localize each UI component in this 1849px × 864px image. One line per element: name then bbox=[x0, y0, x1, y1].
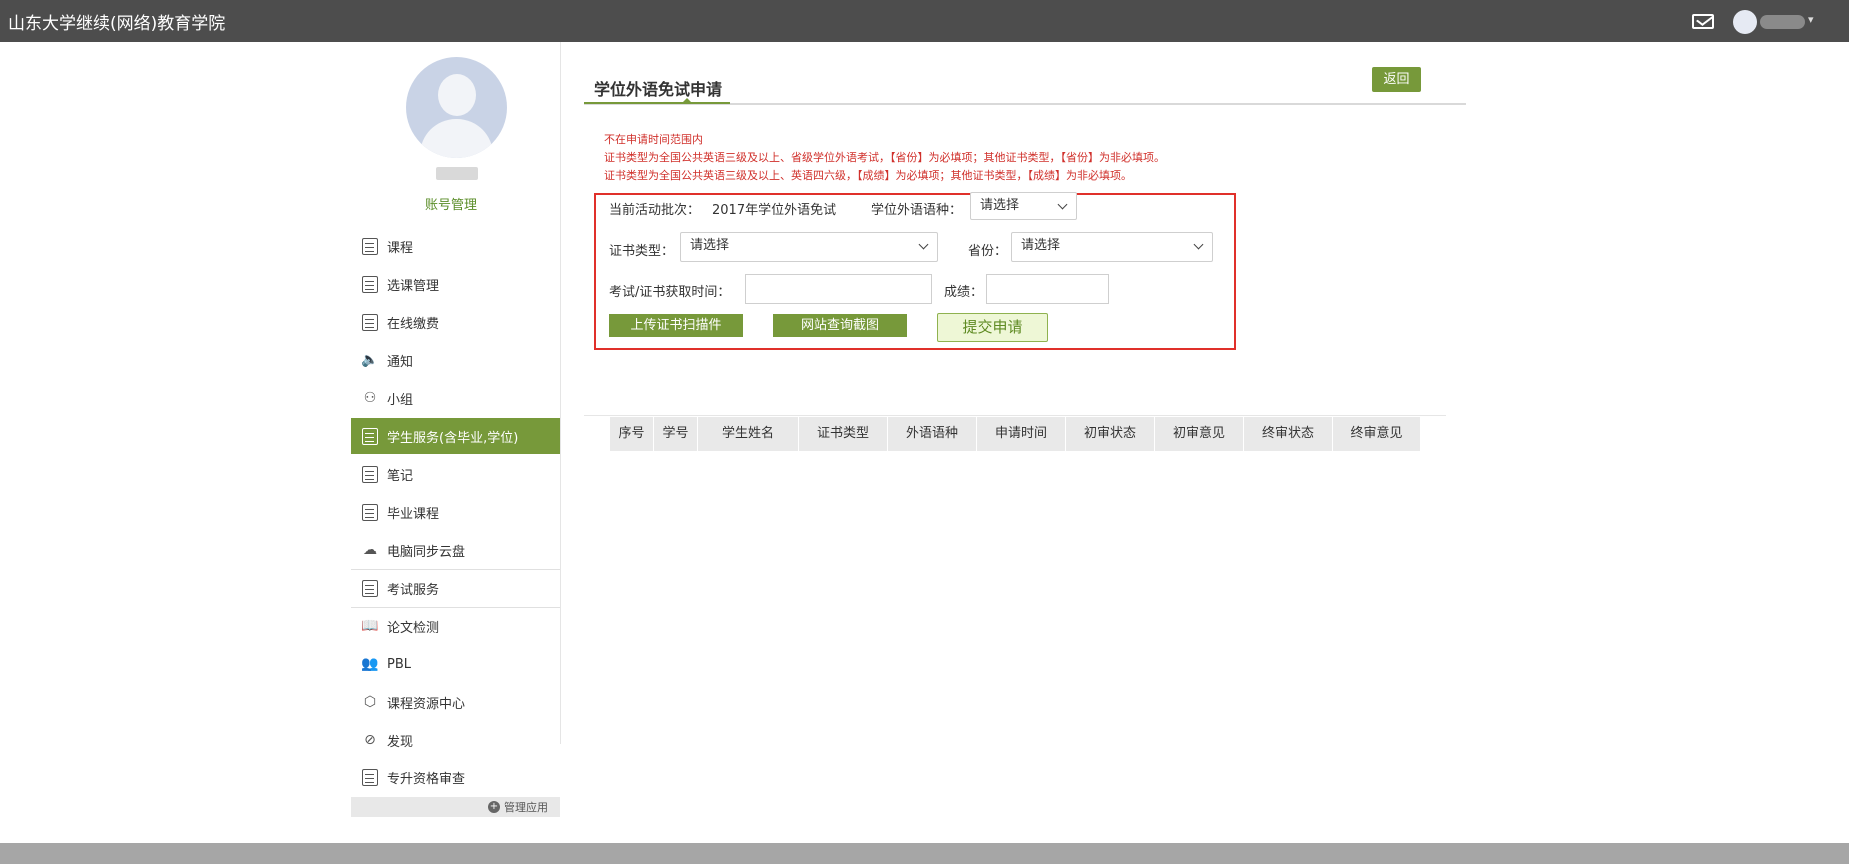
sidebar-item-label: 毕业课程 bbox=[387, 506, 440, 522]
sidebar-item-courses[interactable]: 课程 bbox=[351, 228, 560, 264]
profile-name bbox=[436, 167, 478, 180]
profile-avatar[interactable] bbox=[406, 57, 507, 158]
column-header: 外语语种 bbox=[888, 417, 977, 451]
sidebar-item-qualification-review[interactable]: 专升资格审查 bbox=[351, 759, 560, 795]
website-screenshot-button[interactable]: 网站查询截图 bbox=[773, 314, 907, 337]
speaker-icon: 🔈 bbox=[361, 352, 379, 368]
site-brand[interactable]: 山东大学继续(网络)教育学院 bbox=[8, 9, 225, 34]
cert-type-select-value: 请选择 bbox=[690, 238, 730, 253]
score-input[interactable] bbox=[986, 274, 1109, 304]
note-icon bbox=[360, 464, 380, 484]
cube-icon: ⬡ bbox=[363, 694, 377, 710]
sidebar-item-thesis-check[interactable]: 📖 论文检测 bbox=[351, 608, 560, 644]
submit-application-button[interactable]: 提交申请 bbox=[937, 313, 1048, 342]
language-select[interactable]: 请选择 bbox=[970, 192, 1077, 220]
column-header: 学号 bbox=[654, 417, 698, 451]
language-select-value: 请选择 bbox=[980, 198, 1020, 213]
sidebar-item-label: 论文检测 bbox=[387, 620, 440, 636]
sidebar-item-resource-center[interactable]: ⬡ 课程资源中心 bbox=[351, 684, 560, 720]
province-select[interactable]: 请选择 bbox=[1011, 232, 1213, 262]
list-icon bbox=[360, 312, 380, 332]
column-header: 证书类型 bbox=[799, 417, 888, 451]
sidebar-item-label: 考试服务 bbox=[387, 582, 440, 598]
score-label: 成绩： bbox=[944, 285, 984, 300]
id-card-icon bbox=[360, 426, 380, 446]
sidebar-item-graduation-courses[interactable]: 毕业课程 bbox=[351, 494, 560, 530]
column-header: 序号 bbox=[610, 417, 654, 451]
sidebar-item-cloud-drive[interactable]: ☁ 电脑同步云盘 bbox=[351, 532, 560, 568]
sidebar-item-label: 选课管理 bbox=[387, 278, 440, 294]
exam-time-input[interactable] bbox=[745, 274, 932, 304]
exam-time-label: 考试/证书获取时间： bbox=[609, 285, 731, 300]
sidebar-item-course-selection[interactable]: 选课管理 bbox=[351, 266, 560, 302]
calendar-icon bbox=[360, 274, 380, 294]
sidebar-item-label: 专升资格审查 bbox=[387, 771, 466, 787]
sidebar-item-label: 在线缴费 bbox=[387, 316, 440, 332]
applications-table-header: 序号 学号 学生姓名 证书类型 外语语种 申请时间 初审状态 初审意见 终审状态… bbox=[610, 417, 1421, 451]
notice-score-rule: 证书类型为全国公共英语三级及以上、英语四六级，【成绩】为必填项；其他证书类型，【… bbox=[604, 169, 1132, 182]
list-icon bbox=[360, 502, 380, 522]
sidebar-item-online-payment[interactable]: 在线缴费 bbox=[351, 304, 560, 340]
cloud-icon: ☁ bbox=[363, 542, 377, 558]
title-underline bbox=[584, 102, 730, 104]
account-management-link[interactable]: 账号管理 bbox=[351, 194, 551, 213]
sidebar-item-exam-services[interactable]: 考试服务 bbox=[351, 570, 560, 606]
cert-type-label: 证书类型： bbox=[609, 244, 675, 259]
compass-icon: ⊘ bbox=[364, 732, 376, 748]
manage-apps-label: 管理应用 bbox=[504, 801, 548, 814]
chevron-down-icon bbox=[918, 239, 929, 250]
column-header: 初审状态 bbox=[1066, 417, 1155, 451]
notice-out-of-period: 不在申请时间范围内 bbox=[604, 133, 703, 146]
manage-apps-button[interactable]: + 管理应用 bbox=[351, 797, 560, 817]
batch-label: 当前活动批次： bbox=[609, 203, 701, 218]
sidebar-item-label: 学生服务(含毕业,学位) bbox=[387, 430, 519, 446]
cert-type-select[interactable]: 请选择 bbox=[680, 232, 938, 262]
sidebar-item-groups[interactable]: ⚇ 小组 bbox=[351, 380, 560, 416]
notice-province-rule: 证书类型为全国公共英语三级及以上、省级学位外语考试，【省份】为必填项；其他证书类… bbox=[604, 151, 1165, 164]
group-icon: ⚇ bbox=[363, 390, 377, 406]
sidebar-item-label: PBL bbox=[387, 656, 412, 672]
back-button[interactable]: 返回 bbox=[1372, 67, 1421, 92]
chevron-down-icon bbox=[1057, 199, 1068, 210]
column-header: 学生姓名 bbox=[698, 417, 799, 451]
mail-icon[interactable] bbox=[1692, 12, 1714, 29]
sidebar-item-label: 发现 bbox=[387, 734, 414, 750]
column-header: 终审意见 bbox=[1333, 417, 1421, 451]
column-header: 终审状态 bbox=[1244, 417, 1333, 451]
sidebar-item-notifications[interactable]: 🔈 通知 bbox=[351, 342, 560, 378]
sidebar-border bbox=[560, 42, 561, 744]
people-icon: 👥 bbox=[361, 656, 379, 672]
table-divider bbox=[584, 415, 1446, 416]
exam-icon bbox=[360, 578, 380, 598]
sidebar-item-label: 通知 bbox=[387, 354, 414, 370]
language-label: 学位外语语种： bbox=[871, 203, 963, 218]
sidebar-item-label: 笔记 bbox=[387, 468, 414, 484]
sidebar-item-label: 课程 bbox=[387, 240, 414, 256]
user-avatar-icon[interactable] bbox=[1733, 10, 1757, 34]
sidebar-item-label: 小组 bbox=[387, 392, 414, 408]
chevron-down-icon[interactable]: ▾ bbox=[1808, 13, 1814, 26]
batch-value: 2017年学位外语免试 bbox=[712, 203, 837, 218]
upload-certificate-button[interactable]: 上传证书扫描件 bbox=[609, 314, 743, 337]
sidebar-item-pbl[interactable]: 👥 PBL bbox=[351, 646, 560, 682]
plus-circle-icon: + bbox=[488, 801, 500, 813]
sidebar-item-notes[interactable]: 笔记 bbox=[351, 456, 560, 492]
top-bar: 山东大学继续(网络)教育学院 ▾ bbox=[0, 0, 1849, 42]
page-title: 学位外语免试申请 bbox=[594, 80, 723, 99]
sidebar-item-student-services[interactable]: 学生服务(含毕业,学位) bbox=[351, 418, 560, 454]
user-name[interactable] bbox=[1760, 15, 1805, 29]
column-header: 初审意见 bbox=[1155, 417, 1244, 451]
province-select-value: 请选择 bbox=[1021, 238, 1061, 253]
calendar-icon bbox=[360, 236, 380, 256]
sidebar-item-label: 电脑同步云盘 bbox=[387, 544, 466, 560]
check-doc-icon bbox=[360, 767, 380, 787]
title-caret-icon bbox=[682, 98, 692, 103]
chevron-down-icon bbox=[1193, 239, 1204, 250]
province-label: 省份： bbox=[968, 244, 1008, 259]
column-header: 申请时间 bbox=[977, 417, 1066, 451]
sidebar-item-discover[interactable]: ⊘ 发现 bbox=[351, 722, 560, 758]
book-icon: 📖 bbox=[361, 618, 379, 634]
bottom-bar bbox=[0, 843, 1849, 864]
sidebar-item-label: 课程资源中心 bbox=[387, 696, 466, 712]
